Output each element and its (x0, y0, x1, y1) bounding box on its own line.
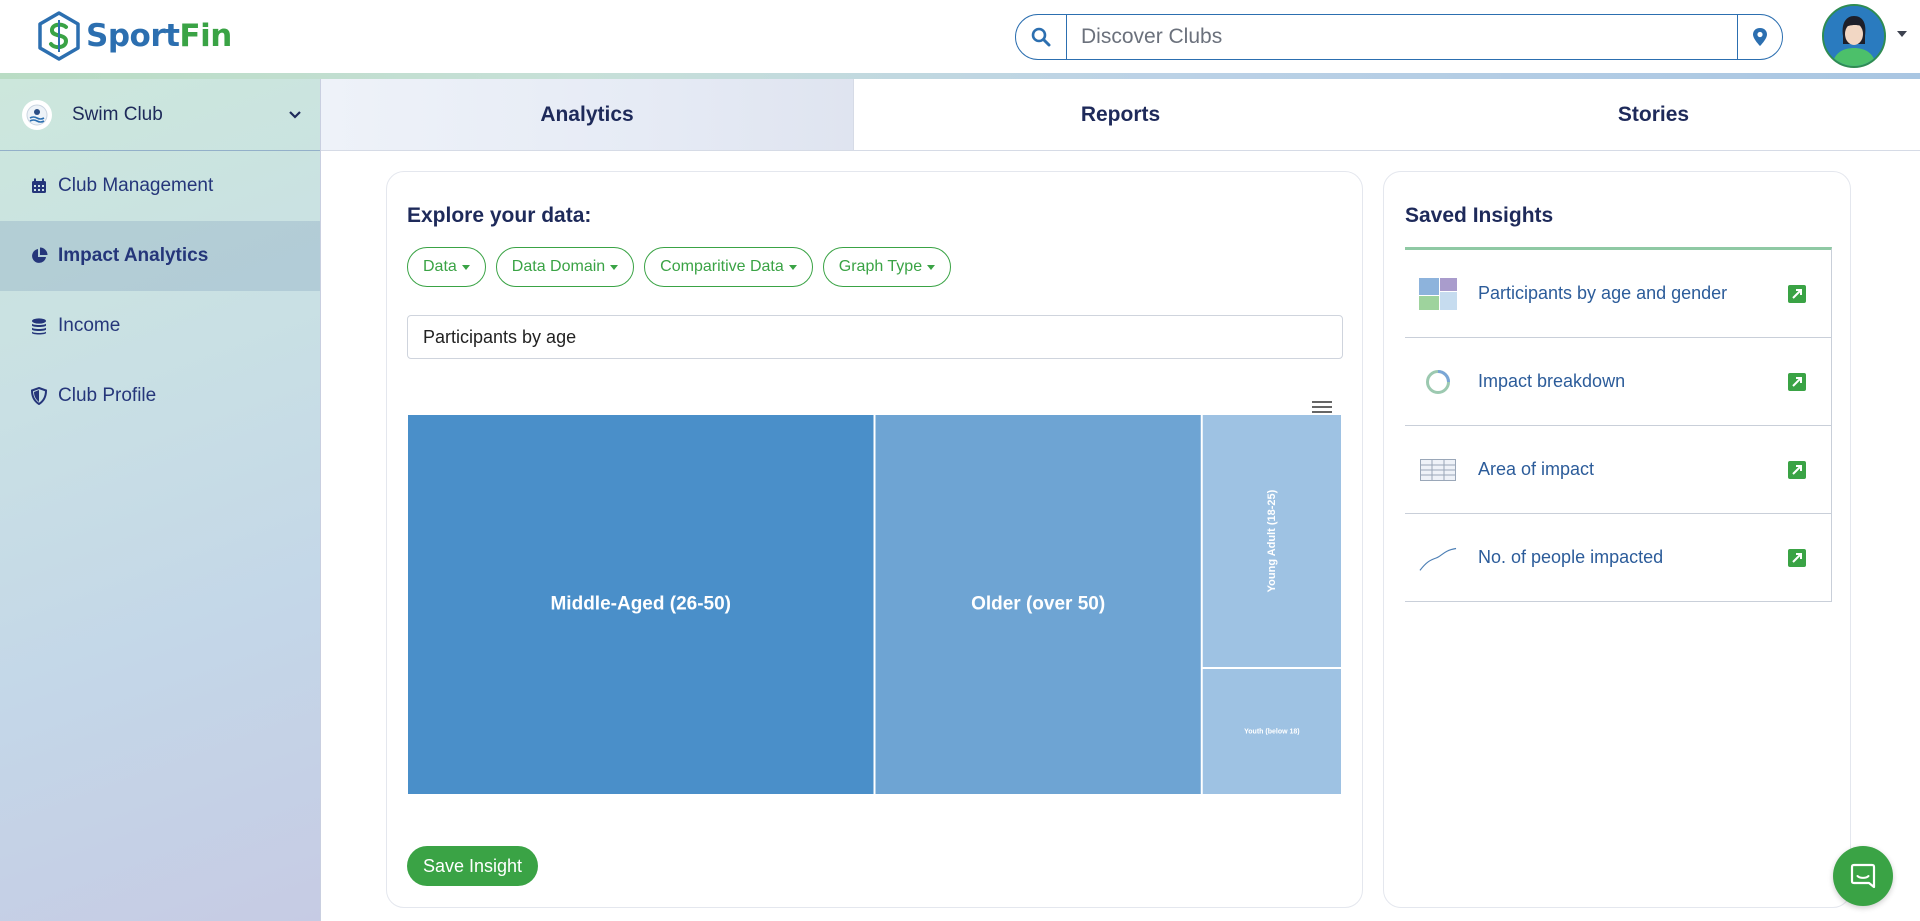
saved-insight-item[interactable]: No. of people impacted (1405, 514, 1831, 602)
club-search-bar (1015, 14, 1783, 60)
donut-thumbnail-icon (1419, 365, 1457, 399)
user-menu-caret-icon[interactable] (1896, 28, 1908, 40)
graph-type-dropdown[interactable]: Graph Type (822, 247, 952, 287)
treemap-label: Youth (below 18) (1244, 728, 1299, 735)
open-external-icon[interactable] (1787, 372, 1807, 392)
location-button[interactable] (1737, 15, 1782, 59)
insight-query-input[interactable] (407, 315, 1343, 359)
saved-insight-item[interactable]: Participants by age and gender (1405, 250, 1831, 338)
comparative-data-dropdown[interactable]: Comparitive Data (644, 247, 813, 287)
tab-analytics[interactable]: Analytics (321, 79, 854, 150)
user-avatar[interactable] (1822, 4, 1886, 68)
search-button[interactable] (1016, 15, 1067, 59)
pie-chart-icon (30, 247, 48, 265)
sidebar-item-club-profile[interactable]: Club Profile (0, 361, 320, 431)
calendar-icon (30, 177, 48, 195)
treemap-label: Middle-Aged (26-50) (550, 594, 731, 615)
club-name: Swim Club (72, 103, 163, 125)
chart-menu-icon[interactable] (1311, 398, 1333, 416)
open-external-icon[interactable] (1787, 284, 1807, 304)
avatar-icon (1824, 6, 1884, 66)
saved-insight-label: No. of people impacted (1478, 547, 1664, 567)
caret-down-icon (788, 264, 797, 270)
data-dropdown[interactable]: Data (407, 247, 486, 287)
logo-icon (38, 11, 80, 61)
saved-insights-card: Saved Insights Participants by age and g… (1383, 171, 1851, 908)
caret-down-icon (610, 264, 619, 270)
chevron-down-icon (289, 110, 301, 119)
saved-insight-item[interactable]: Impact breakdown (1405, 338, 1831, 426)
treemap-thumbnail-icon (1419, 277, 1457, 311)
tab-stories[interactable]: Stories (1387, 79, 1920, 150)
analytics-tabs: Analytics Reports Stories (321, 79, 1920, 151)
explore-title: Explore your data: (407, 204, 592, 227)
treemap-label: Young Adult (18-25) (1266, 489, 1278, 592)
search-input[interactable] (1067, 15, 1737, 59)
sidebar-item-label: Income (58, 315, 121, 336)
saved-insight-item[interactable]: Area of impact (1405, 426, 1831, 514)
chat-icon (1850, 863, 1876, 889)
sidebar-item-label: Impact Analytics (58, 245, 209, 266)
caret-down-icon (461, 264, 470, 270)
saved-insights-title: Saved Insights (1405, 204, 1554, 227)
sidebar: Swim Club Club Management Impact Analyti… (0, 79, 321, 921)
chat-support-button[interactable] (1833, 846, 1893, 906)
save-insight-button[interactable]: Save Insight (407, 846, 539, 886)
explore-data-card: Explore your data: Data Data Domain Comp… (386, 171, 1363, 908)
table-thumbnail-icon (1419, 453, 1457, 487)
coins-icon (30, 317, 48, 335)
sidebar-item-income[interactable]: Income (0, 291, 320, 361)
sidebar-item-label: Club Management (58, 175, 214, 196)
saved-insight-label: Participants by age and gender (1478, 283, 1728, 303)
sidebar-item-label: Club Profile (58, 385, 157, 406)
top-header: SportFin (0, 0, 1920, 75)
club-selector[interactable]: Swim Club (0, 79, 320, 151)
filter-row: Data Data Domain Comparitive Data Graph … (407, 247, 952, 287)
participants-treemap: Middle-Aged (26-50) Older (over 50) Young … (408, 415, 1341, 794)
treemap-label: Older (over 50) (971, 594, 1105, 615)
saved-insight-label: Impact breakdown (1478, 371, 1626, 391)
data-domain-dropdown[interactable]: Data Domain (495, 247, 635, 287)
map-pin-icon (1753, 28, 1767, 46)
open-external-icon[interactable] (1787, 548, 1807, 568)
club-logo-icon (22, 99, 52, 130)
shield-icon (30, 387, 48, 405)
caret-down-icon (927, 264, 936, 270)
search-icon (1031, 27, 1051, 47)
saved-insights-list: Participants by age and gender Impact br… (1405, 247, 1832, 602)
open-external-icon[interactable] (1787, 460, 1807, 480)
logo-text: SportFin (86, 18, 232, 54)
tab-reports[interactable]: Reports (854, 79, 1387, 150)
line-thumbnail-icon (1419, 541, 1457, 575)
sidebar-item-impact-analytics[interactable]: Impact Analytics (0, 221, 320, 291)
sportfin-logo[interactable]: SportFin (34, 10, 232, 62)
sidebar-item-club-management[interactable]: Club Management (0, 151, 320, 221)
saved-insight-label: Area of impact (1478, 459, 1595, 479)
